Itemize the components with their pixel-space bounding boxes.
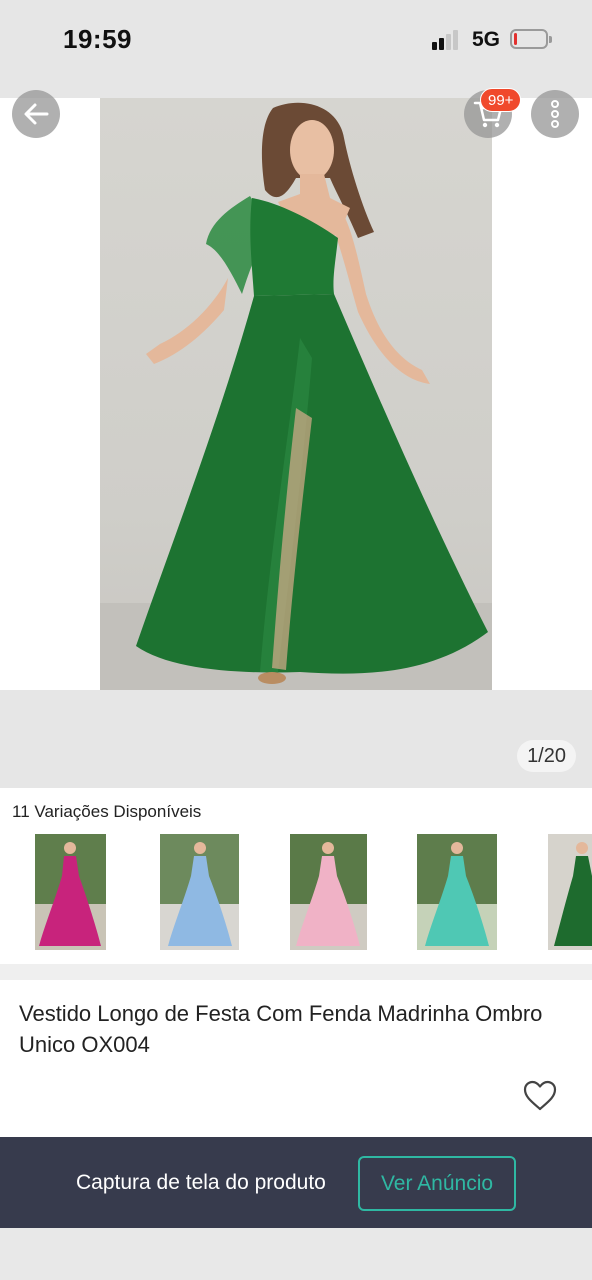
variations-section: 11 Variações Disponíveis <box>0 788 592 964</box>
product-photo[interactable] <box>100 98 492 690</box>
favorite-button[interactable] <box>522 1078 558 1114</box>
product-title: Vestido Longo de Festa Com Fenda Madrinh… <box>19 1001 543 1057</box>
section-divider <box>0 964 592 980</box>
bottom-strip <box>0 1228 592 1280</box>
variation-thumbnail[interactable] <box>35 834 106 950</box>
variation-thumbnail[interactable] <box>417 834 497 950</box>
signal-icon <box>432 30 464 50</box>
vertical-dots-icon <box>551 100 559 128</box>
network-label: 5G <box>472 28 501 51</box>
heart-icon <box>523 1080 557 1111</box>
view-ad-button[interactable]: Ver Anúncio <box>358 1156 516 1211</box>
arrow-left-icon <box>24 103 49 125</box>
status-bar: 19:59 5G <box>0 0 592 98</box>
variations-title: 11 Variações Disponíveis <box>12 802 202 821</box>
screenshot-action-bar: Captura de tela do produto Ver Anúncio <box>0 1137 592 1228</box>
battery-icon <box>510 29 552 49</box>
product-gallery[interactable]: 1/20 <box>0 98 592 788</box>
variation-thumbnail[interactable] <box>548 834 592 950</box>
back-button[interactable] <box>12 90 60 138</box>
capture-label: Captura de tela do produto <box>76 1171 326 1194</box>
variation-thumbnail[interactable] <box>160 834 239 950</box>
gallery-footer <box>0 690 592 788</box>
cart-count-badge: 99+ <box>480 88 522 112</box>
more-options-button[interactable] <box>531 90 579 138</box>
image-counter: 1/20 <box>517 740 576 772</box>
status-time: 19:59 <box>63 24 132 54</box>
variation-thumbnail[interactable] <box>290 834 367 950</box>
